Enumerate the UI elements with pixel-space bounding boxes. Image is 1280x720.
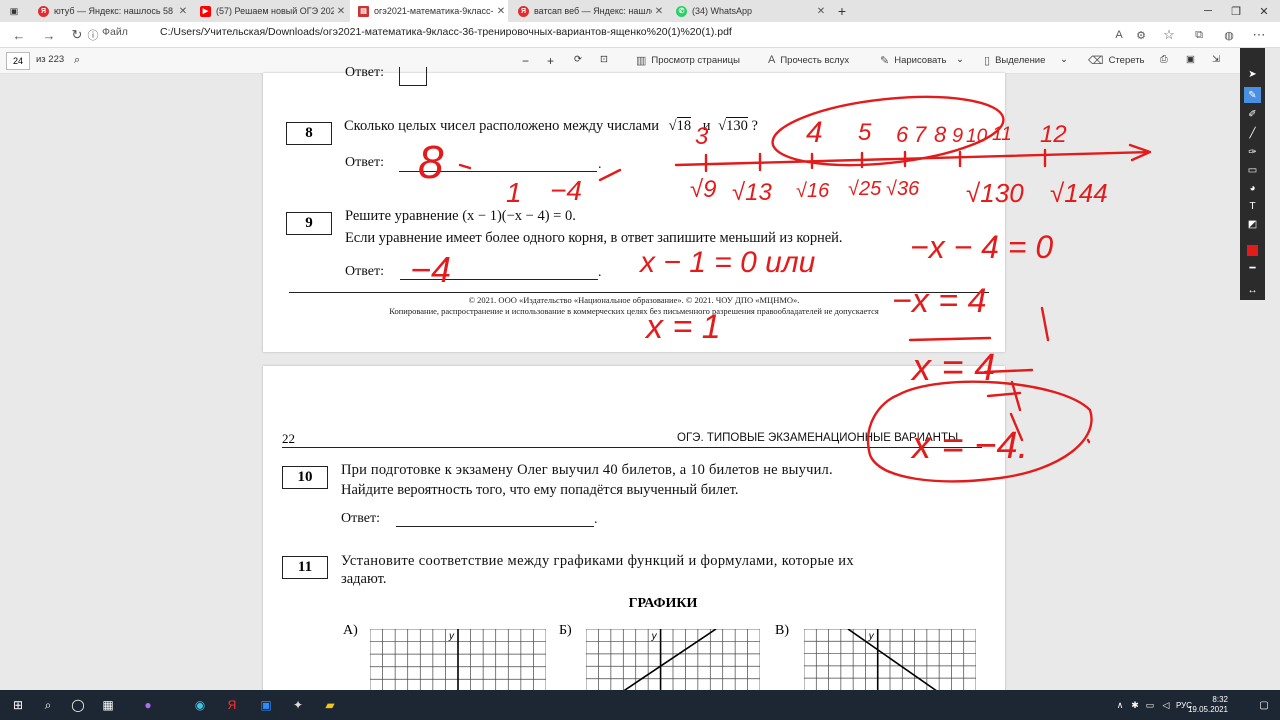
ink-eq2: −x − 4 = 0 [910, 229, 1053, 265]
ink-top-10: 10 [966, 126, 988, 147]
ink-root-144: √144 [1050, 178, 1108, 208]
search-taskbar-icon[interactable]: ⌕ [38, 695, 58, 715]
ink-dot [1086, 438, 1091, 444]
ink-top-3: 3 [695, 123, 709, 150]
rectangle-icon[interactable]: ▭ [1244, 162, 1261, 178]
ink-top-11: 11 [992, 124, 1012, 145]
ink-stroke-2 [1010, 380, 1022, 412]
drawing-toolbar: ➤ ✎ ✐ ╱ ✑ ▭ ◕ T ◩ ━ ↔ [1240, 48, 1265, 300]
ink-stroke-3 [1040, 306, 1050, 342]
ink-root-9: √9 [690, 176, 717, 203]
zoom-icon[interactable]: ▣ [256, 695, 276, 715]
marker-icon[interactable]: ✐ [1244, 106, 1261, 122]
notifications-icon[interactable]: ▢ [1254, 695, 1274, 715]
expand-icon[interactable]: ↔ [1244, 282, 1261, 298]
text-icon[interactable]: T [1244, 198, 1261, 214]
ink-eq5: x = 4 [910, 347, 995, 389]
ink-dot [458, 163, 472, 170]
ink-root-16: √16 [796, 180, 830, 202]
taskbar: ⊞ ⌕ ◯ ▦ ● ◉ Я ▣ ✦ ▰ ∧ ✱ ▭ ◁ РУС 8:32 19.… [0, 690, 1280, 720]
ink-eq4: −x = 4 [892, 282, 987, 320]
ink-top-6: 6 [896, 122, 909, 147]
ink-number-line [674, 143, 1152, 167]
line-icon[interactable]: ╱ [1244, 125, 1261, 141]
ink-top-12: 12 [1040, 121, 1067, 148]
time: 8:32 [1212, 695, 1228, 704]
task-view-icon[interactable]: ◯ [68, 695, 88, 715]
ink-top-7: 7 [914, 122, 927, 147]
more-icon[interactable]: ⋯ [1250, 26, 1268, 44]
ink-top-5: 5 [858, 119, 872, 146]
windows-start-icon[interactable]: ⊞ [8, 695, 28, 715]
yandex-browser-icon[interactable]: Я [222, 695, 242, 715]
app-icon[interactable]: ✦ [288, 695, 308, 715]
cursor-icon[interactable]: ➤ [1244, 66, 1261, 82]
ink-q8-answer: 8 [418, 136, 444, 188]
edge-icon[interactable]: ◉ [190, 695, 210, 715]
ink-q9-answer: −4 [410, 249, 451, 290]
explorer-icon[interactable]: ▰ [320, 695, 340, 715]
ink-dash [598, 168, 622, 182]
handwriting-overlay: 8 3 4 5 6 7 8 9 10 11 12 √9 √13 √16 √25 … [410, 95, 1152, 483]
ink-root-130: √130 [966, 178, 1024, 208]
ink-top-8: 8 [934, 122, 947, 147]
ink-root-25: √25 [848, 178, 882, 200]
ink-dash-2 [908, 336, 992, 342]
palette-icon[interactable]: ◕ [1244, 180, 1261, 196]
pen-icon[interactable]: ✎ [1244, 87, 1261, 103]
ink-top-4: 4 [806, 116, 823, 149]
ink-top-9: 9 [952, 125, 963, 147]
stroke-width-icon[interactable]: ━ [1244, 260, 1261, 276]
ink-eq3: x = 1 [644, 308, 721, 346]
date: 19.05.2021 [1187, 705, 1228, 714]
widgets-icon[interactable]: ▦ [98, 695, 118, 715]
ink-q9-mark-1: 1 [506, 177, 522, 208]
ink-eq6: x = −4. [910, 425, 1028, 467]
eraser-tool-icon[interactable]: ◩ [1244, 216, 1261, 232]
clock[interactable]: 8:32 19.05.2021 [1188, 695, 1228, 715]
ink-q9-mark-2: −4 [550, 175, 582, 206]
brush-icon[interactable]: ✑ [1244, 144, 1261, 160]
ink-root-36: √36 [886, 178, 920, 200]
red-swatch [1247, 244, 1258, 256]
color-red-swatch[interactable] [1244, 242, 1261, 258]
ink-eq1: x − 1 = 0 или [638, 246, 816, 279]
ink-root-13: √13 [732, 179, 773, 206]
alice-icon[interactable]: ● [138, 695, 158, 715]
close-window-icon[interactable]: ✕ [1250, 0, 1278, 22]
